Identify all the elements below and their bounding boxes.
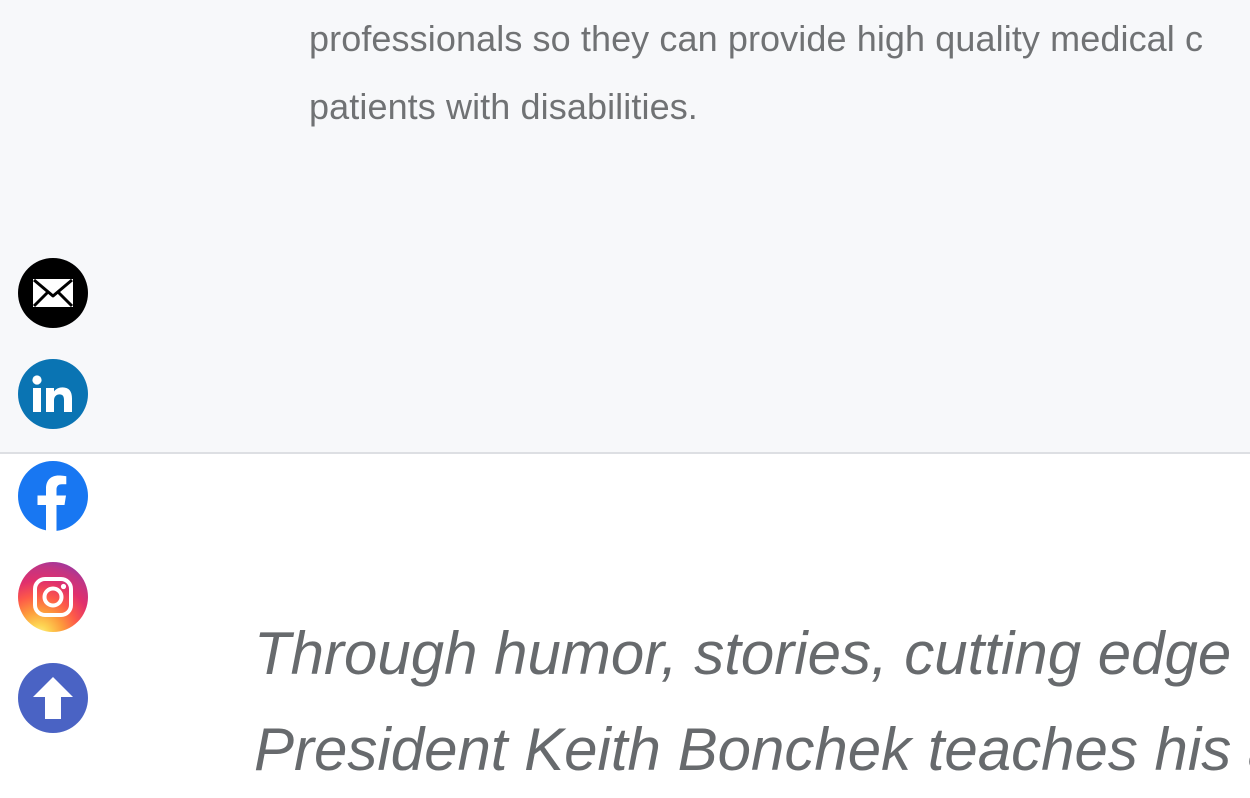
intro-paragraph: professionals so they can provide high q… bbox=[309, 5, 1250, 141]
quote-line: Through humor, stories, cutting edge t bbox=[254, 620, 1250, 687]
intro-section: professionals so they can provide high q… bbox=[0, 0, 1250, 454]
envelope-icon bbox=[32, 278, 74, 308]
back-to-top-button[interactable] bbox=[18, 663, 88, 733]
email-share-button[interactable] bbox=[18, 258, 88, 328]
intro-line: professionals so they can provide high q… bbox=[309, 18, 1204, 59]
intro-line: patients with disabilities. bbox=[309, 86, 698, 127]
linkedin-share-button[interactable] bbox=[18, 359, 88, 429]
instagram-icon bbox=[33, 577, 73, 617]
quote-text: Through humor, stories, cutting edge t P… bbox=[254, 606, 1250, 798]
facebook-icon bbox=[37, 475, 67, 531]
quote-line: President Keith Bonchek teaches his a bbox=[254, 716, 1250, 783]
linkedin-icon bbox=[32, 375, 72, 412]
instagram-share-button[interactable] bbox=[18, 562, 88, 632]
facebook-share-button[interactable] bbox=[18, 461, 88, 531]
arrow-up-icon bbox=[33, 677, 73, 719]
